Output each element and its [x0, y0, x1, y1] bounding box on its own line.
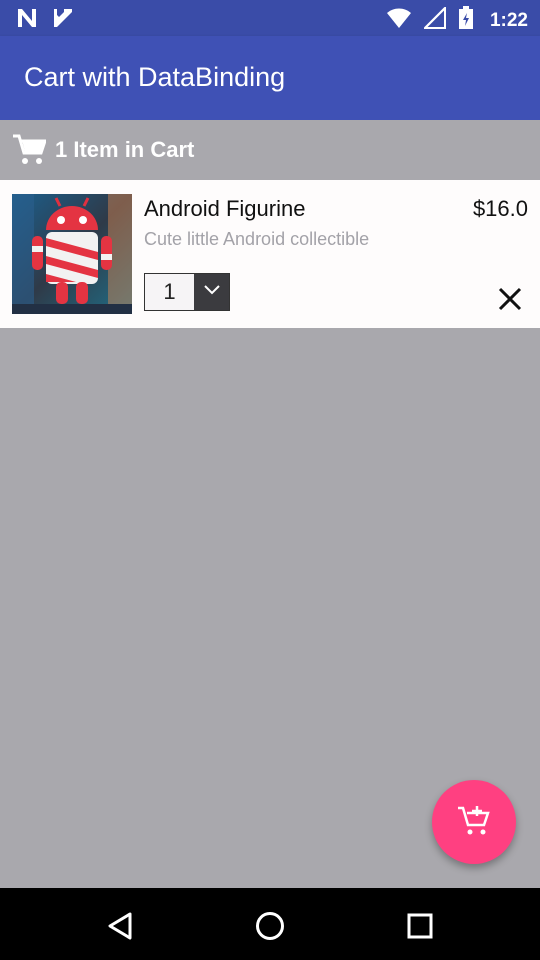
home-button[interactable]	[252, 908, 288, 944]
quantity-value[interactable]: 1	[145, 274, 194, 310]
navigation-bar	[0, 888, 540, 960]
add-to-cart-fab[interactable]	[432, 780, 516, 864]
home-icon	[252, 912, 288, 948]
recents-icon	[402, 913, 438, 948]
status-bar: 1:22	[0, 0, 540, 36]
cart-icon	[12, 134, 48, 171]
check-notification-icon	[52, 7, 74, 34]
quantity-selector[interactable]: 1	[144, 273, 230, 311]
android-figurine-image	[12, 194, 132, 314]
remove-item-button[interactable]	[496, 285, 524, 313]
status-time: 1:22	[489, 9, 528, 31]
back-icon	[102, 912, 138, 948]
wifi-icon	[386, 7, 412, 34]
chevron-down-icon	[203, 283, 221, 301]
recents-button[interactable]	[402, 908, 438, 944]
app-bar: Cart with DataBinding	[0, 36, 540, 120]
cart-item-count: 1 Item in Cart	[55, 137, 195, 162]
quantity-dropdown-button[interactable]	[194, 274, 229, 310]
item-description: Cute little Android collectible	[144, 229, 370, 249]
cart-summary-header: 1 Item in Cart	[0, 120, 540, 180]
close-icon	[496, 287, 524, 317]
back-button[interactable]	[102, 908, 138, 944]
battery-icon	[458, 6, 474, 35]
item-price: $16.0	[472, 196, 528, 221]
add-to-cart-icon	[456, 802, 492, 843]
signal-icon	[422, 5, 446, 34]
item-name: Android Figurine	[144, 196, 306, 221]
app-title: Cart with DataBinding	[24, 62, 286, 92]
n-notification-icon	[16, 7, 38, 34]
